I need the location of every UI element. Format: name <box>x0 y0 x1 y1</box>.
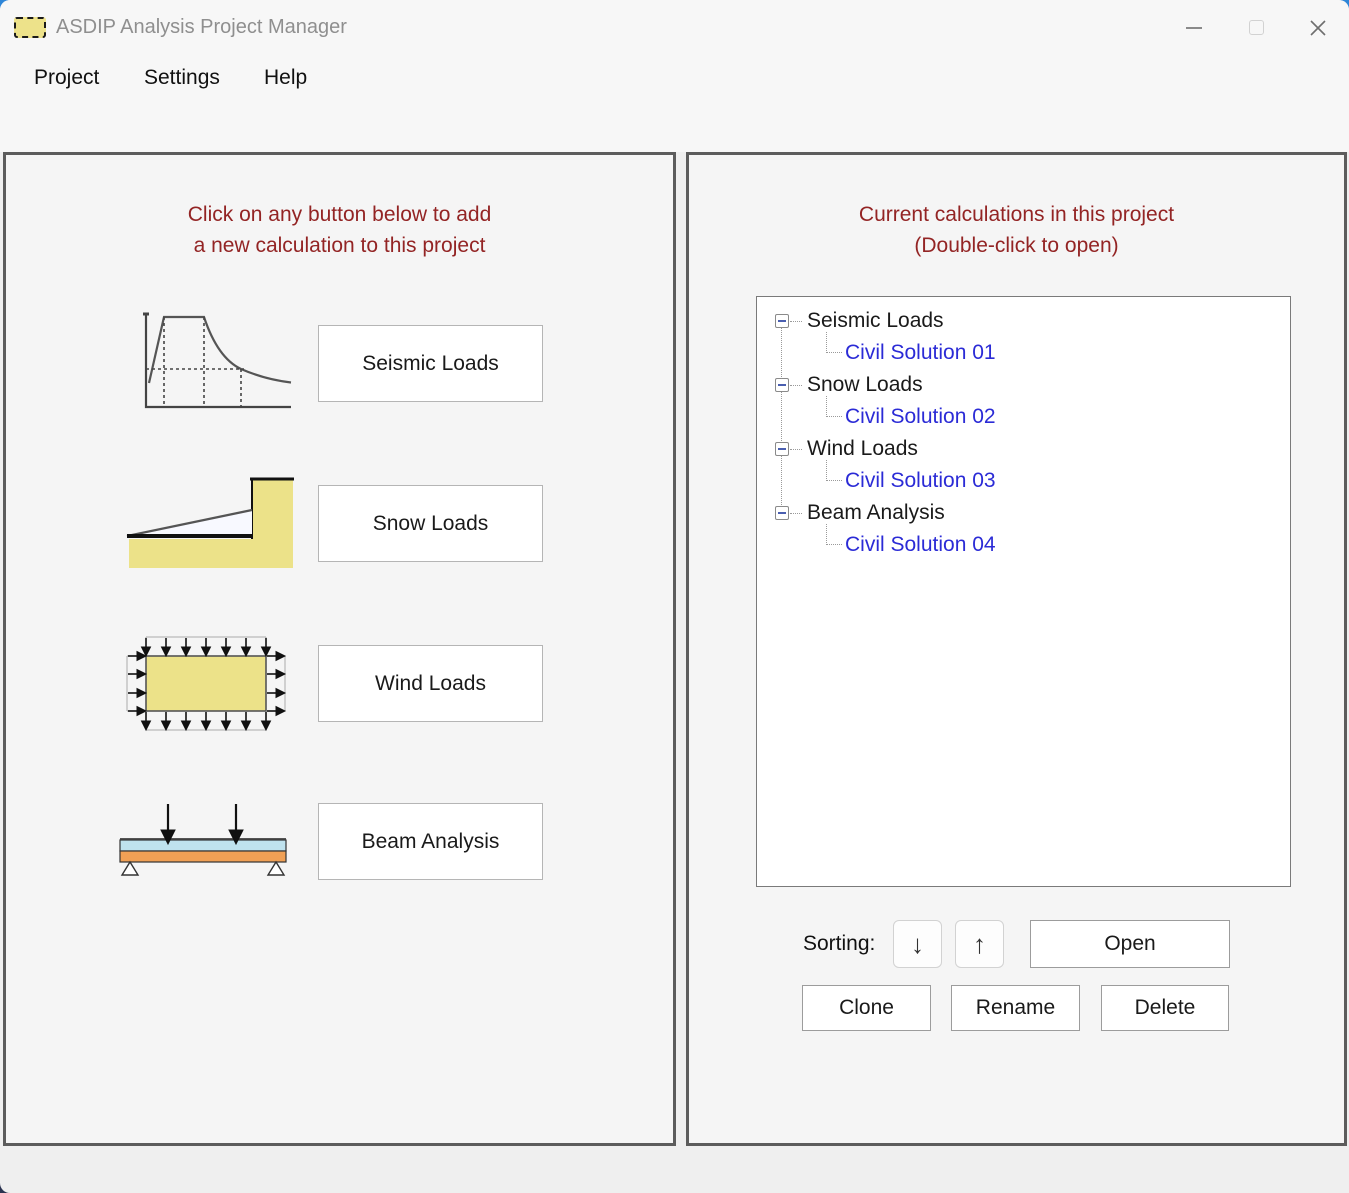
tree-node-snow-loads[interactable]: Snow Loads <box>807 369 923 401</box>
maximize-icon <box>1248 20 1264 35</box>
close-button[interactable] <box>1287 0 1349 55</box>
tree-connector-stub <box>790 385 802 386</box>
right-panel-header: Current calculations in this project (Do… <box>689 199 1344 261</box>
menu-settings[interactable]: Settings <box>140 55 224 100</box>
tree-child-row: Civil Solution 04 <box>757 524 1290 561</box>
snow-drift-icon <box>126 477 294 568</box>
tree-connector-elbow <box>826 396 842 417</box>
app-slab-icon <box>14 17 46 38</box>
sort-ascending-button[interactable]: ↑ <box>955 920 1004 968</box>
rename-button[interactable]: Rename <box>951 985 1080 1031</box>
tree-leaf-civil-solution-01[interactable]: Civil Solution 01 <box>845 337 996 369</box>
sort-descending-button[interactable]: ↓ <box>893 920 942 968</box>
tree-leaf-civil-solution-02[interactable]: Civil Solution 02 <box>845 401 996 433</box>
right-header-line1: Current calculations in this project <box>858 203 1175 226</box>
left-header-line1: Click on any button below to add <box>187 203 492 226</box>
tree-collapse-icon[interactable] <box>775 314 789 328</box>
minimize-icon <box>1186 26 1202 29</box>
arrow-down-icon: ↓ <box>911 928 924 959</box>
tree-connector-elbow <box>826 460 842 481</box>
left-panel-header: Click on any button below to add a new c… <box>6 199 673 261</box>
tree-child-row: Civil Solution 01 <box>757 332 1290 369</box>
left-header-line2: a new calculation to this project <box>193 234 486 257</box>
right-panel: Current calculations in this project (Do… <box>686 152 1347 1146</box>
wind-loads-button[interactable]: Wind Loads <box>318 645 543 722</box>
beam-loading-icon <box>119 804 287 876</box>
tree-connector-stub <box>790 321 802 322</box>
tree-leaf-civil-solution-03[interactable]: Civil Solution 03 <box>845 465 996 497</box>
tree-connector-elbow <box>826 332 842 353</box>
minimize-button[interactable] <box>1163 0 1225 55</box>
maximize-button[interactable] <box>1225 0 1287 55</box>
seismic-loads-button[interactable]: Seismic Loads <box>318 325 543 402</box>
tree-collapse-icon[interactable] <box>775 378 789 392</box>
response-spectrum-icon <box>143 312 292 409</box>
menu-bar: Project Settings Help <box>0 55 1349 100</box>
tree-child-row: Civil Solution 02 <box>757 396 1290 433</box>
tree-connector-elbow <box>826 524 842 545</box>
clone-button[interactable]: Clone <box>802 985 931 1031</box>
delete-button[interactable]: Delete <box>1101 985 1229 1031</box>
title-bar: ASDIP Analysis Project Manager <box>0 0 1349 55</box>
tree-child-row: Civil Solution 03 <box>757 460 1290 497</box>
tree-collapse-icon[interactable] <box>775 442 789 456</box>
close-icon <box>1310 19 1326 36</box>
right-header-line2: (Double-click to open) <box>914 234 1119 257</box>
tree-collapse-icon[interactable] <box>775 506 789 520</box>
menu-help[interactable]: Help <box>260 55 311 100</box>
tree-leaf-civil-solution-04[interactable]: Civil Solution 04 <box>845 529 996 561</box>
window-title: ASDIP Analysis Project Manager <box>56 16 347 38</box>
tree-node-wind-loads[interactable]: Wind Loads <box>807 433 918 465</box>
window-controls <box>1163 0 1349 55</box>
app-window: ASDIP Analysis Project Manager Project S… <box>0 0 1349 1193</box>
menu-project[interactable]: Project <box>30 55 103 100</box>
tree-connector-stub <box>790 449 802 450</box>
toolbar: Kg i <box>0 100 1349 244</box>
open-calculation-button[interactable]: Open <box>1030 920 1230 968</box>
calculations-tree[interactable]: Seismic Loads Civil Solution 01 Snow Loa… <box>756 296 1291 887</box>
sorting-label: Sorting: <box>803 932 876 955</box>
arrow-up-icon: ↑ <box>973 928 986 959</box>
snow-loads-button[interactable]: Snow Loads <box>318 485 543 562</box>
beam-analysis-button[interactable]: Beam Analysis <box>318 803 543 880</box>
left-panel: Click on any button below to add a new c… <box>3 152 676 1146</box>
wind-pressure-plan-icon <box>126 636 286 731</box>
tree-connector-stub <box>790 513 802 514</box>
